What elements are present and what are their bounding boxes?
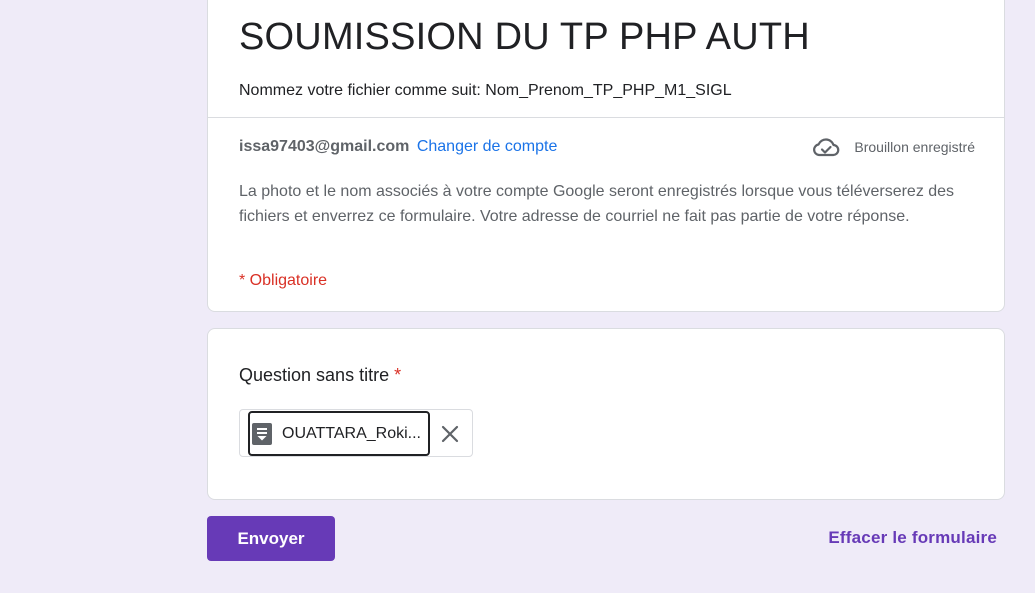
form-page: SOUMISSION DU TP PHP AUTH Nommez votre f…: [0, 0, 1035, 593]
draft-status: Brouillon enregistré: [812, 136, 975, 158]
file-name: OUATTARA_Roki...: [282, 424, 421, 442]
required-star: *: [394, 365, 402, 385]
document-icon: [252, 422, 272, 445]
form-description: Nommez votre fichier comme suit: Nom_Pre…: [239, 82, 732, 99]
privacy-notice: La photo et le nom associés à votre comp…: [239, 183, 955, 225]
required-note: * Obligatoire: [239, 272, 328, 289]
question-title: Question sans titre *: [239, 363, 401, 387]
header-divider: [208, 117, 1004, 118]
draft-status-label: Brouillon enregistré: [854, 139, 975, 155]
submit-button[interactable]: Envoyer: [207, 516, 335, 561]
uploaded-file[interactable]: OUATTARA_Roki...: [248, 411, 430, 456]
close-icon[interactable]: [438, 422, 462, 446]
form-title: SOUMISSION DU TP PHP AUTH: [239, 16, 810, 58]
account-row: issa97403@gmail.com Changer de compte: [239, 137, 557, 157]
question-title-text: Question sans titre: [239, 365, 390, 385]
cloud-check-icon: [813, 138, 840, 157]
switch-account-link[interactable]: Changer de compte: [417, 138, 558, 155]
question-card: Question sans titre * OUATTARA_Roki...: [207, 328, 1005, 500]
form-header-card: SOUMISSION DU TP PHP AUTH Nommez votre f…: [207, 0, 1005, 312]
account-email: issa97403@gmail.com: [239, 138, 410, 155]
uploaded-file-chip: OUATTARA_Roki...: [239, 409, 473, 457]
clear-form-button[interactable]: Effacer le formulaire: [828, 528, 997, 548]
